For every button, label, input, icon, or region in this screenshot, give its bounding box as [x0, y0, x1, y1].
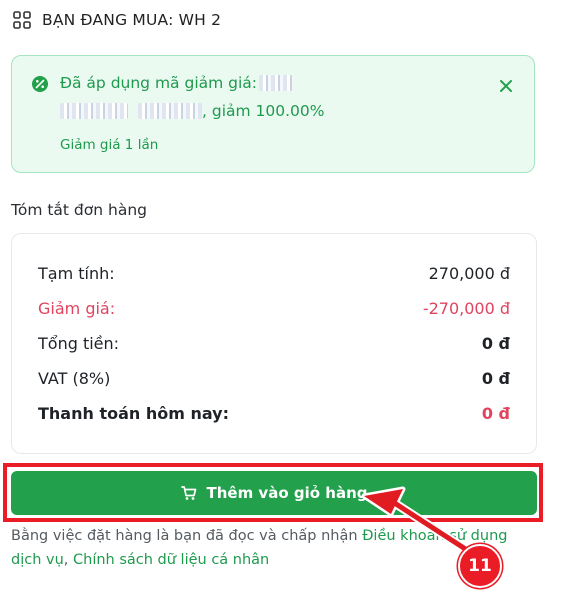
summary-label: Tạm tính: [38, 263, 115, 283]
coupon-usage-note: Giảm giá 1 lần [60, 137, 159, 153]
cart-icon [180, 485, 197, 501]
summary-label: Thanh toán hôm nay: [38, 403, 229, 423]
summary-row-pay-today: Thanh toán hôm nay: 0 đ [38, 402, 510, 424]
summary-row-subtotal: Tạm tính: 270,000 đ [38, 262, 510, 284]
order-summary-card: Tạm tính: 270,000 đ Giảm giá: -270,000 đ… [11, 233, 537, 454]
coupon-code-redacted [60, 103, 128, 119]
summary-row-vat: VAT (8%) 0 đ [38, 367, 510, 389]
coupon-applied-banner: Đã áp dụng mã giảm giá: , giảm 100.00% G… [11, 55, 535, 173]
page-title: BẠN ĐANG MUA: WH 2 [42, 11, 222, 29]
summary-value: 0 đ [481, 368, 510, 388]
terms-prefix: Bằng việc đặt hàng là bạn đã đọc và chấp… [11, 528, 363, 544]
summary-row-discount: Giảm giá: -270,000 đ [38, 297, 510, 319]
grid-icon [12, 10, 32, 30]
terms-separator: , [63, 552, 73, 568]
summary-value: 0 đ [481, 403, 510, 423]
coupon-code-redacted [138, 103, 202, 119]
terms-notice: Bằng việc đặt hàng là bạn đã đọc và chấp… [11, 524, 531, 572]
close-icon[interactable] [498, 78, 514, 94]
summary-label: Tổng tiền: [38, 333, 120, 353]
add-to-cart-label: Thêm vào giỏ hàng [206, 484, 368, 502]
privacy-policy-link[interactable]: Chính sách dữ liệu cá nhân [73, 552, 269, 568]
summary-row-total: Tổng tiền: 0 đ [38, 332, 510, 354]
summary-value: 0 đ [481, 333, 510, 353]
add-to-cart-button[interactable]: Thêm vào giỏ hàng [11, 471, 537, 515]
badge-check-icon [31, 75, 49, 93]
page-header: BẠN ĐANG MUA: WH 2 [12, 8, 221, 32]
order-summary-title: Tóm tắt đơn hàng [11, 201, 147, 219]
summary-label: Giảm giá: [38, 298, 116, 318]
summary-value: -270,000 đ [422, 298, 510, 318]
coupon-applied-label: Đã áp dụng mã giảm giá: [60, 74, 258, 92]
coupon-discount-text: , giảm 100.00% [60, 102, 325, 120]
coupon-discount-label: , giảm 100.00% [202, 102, 325, 120]
step-number-badge: 11 [458, 544, 502, 588]
summary-value: 270,000 đ [428, 263, 510, 283]
coupon-code-redacted [259, 75, 294, 91]
summary-label: VAT (8%) [38, 368, 111, 388]
coupon-applied-text: Đã áp dụng mã giảm giá: [60, 74, 294, 92]
